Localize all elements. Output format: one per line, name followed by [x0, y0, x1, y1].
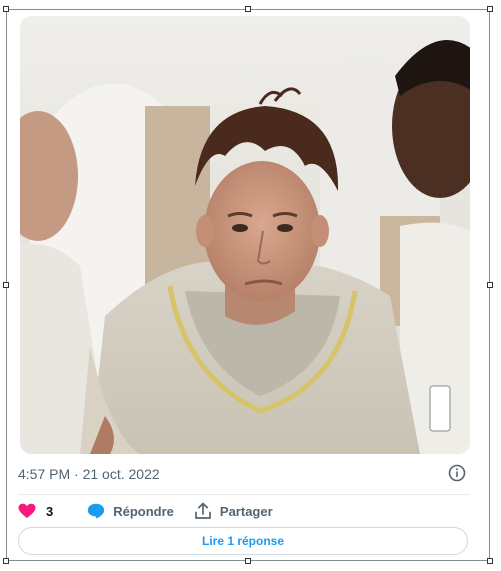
like-count: 3 — [46, 503, 54, 519]
tweet-card: 4:57 PM · 21 oct. 2022 3 Répondre Partag… — [12, 12, 482, 560]
info-icon[interactable] — [448, 464, 466, 482]
separator — [18, 494, 470, 495]
tweet-photo[interactable] — [20, 16, 470, 454]
resize-handle-middle-right[interactable] — [487, 282, 493, 288]
tweet-timestamp[interactable]: 4:57 PM · 21 oct. 2022 — [18, 466, 160, 482]
resize-handle-bottom-right[interactable] — [487, 558, 493, 564]
reply-label: Répondre — [113, 503, 174, 519]
resize-handle-bottom-left[interactable] — [3, 558, 9, 564]
share-button[interactable]: Partager — [194, 502, 273, 520]
resize-handle-top-left[interactable] — [3, 6, 9, 12]
share-upload-icon — [195, 502, 211, 519]
tweet-actions: 3 Répondre Partager — [18, 500, 273, 522]
resize-handle-top-right[interactable] — [487, 6, 493, 12]
share-label: Partager — [219, 503, 273, 519]
reply-button[interactable]: Répondre — [87, 503, 174, 519]
photo-illustration — [20, 16, 470, 454]
speech-bubble-icon — [88, 503, 105, 519]
read-replies-button[interactable]: Lire 1 réponse — [18, 527, 468, 555]
like-button[interactable]: 3 — [18, 503, 53, 519]
resize-handle-middle-left[interactable] — [3, 282, 9, 288]
heart-icon — [18, 503, 36, 518]
